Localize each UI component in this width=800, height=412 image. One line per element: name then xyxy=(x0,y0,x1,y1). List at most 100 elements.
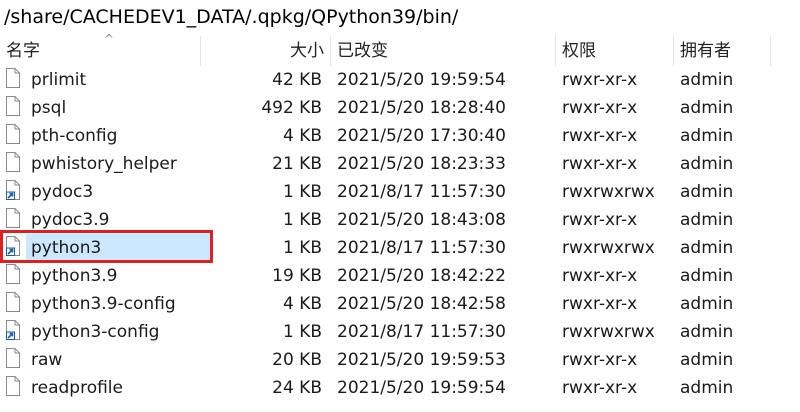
file-modified: 2021/5/20 17:30:40 xyxy=(337,126,506,146)
column-header-size-label: 大小 xyxy=(290,41,324,61)
file-name: prlimit xyxy=(31,70,87,90)
file-modified: 2021/5/20 19:59:54 xyxy=(337,378,506,398)
file-permissions: rwxrwxrwx xyxy=(562,182,655,202)
file-permissions: rwxr-xr-x xyxy=(562,294,638,314)
file-owner: admin xyxy=(680,294,734,314)
file-modified: 2021/8/17 11:57:30 xyxy=(337,322,506,342)
file-icon xyxy=(6,376,20,396)
file-size: 4 KB xyxy=(282,294,322,314)
file-size: 1 KB xyxy=(282,238,322,258)
file-modified: 2021/5/20 18:42:58 xyxy=(337,294,506,314)
column-header-modified[interactable]: 已改变 xyxy=(337,36,547,66)
file-size: 492 KB xyxy=(261,98,322,118)
file-size: 1 KB xyxy=(282,182,322,202)
column-header-size[interactable]: 大小 xyxy=(204,36,324,66)
column-divider[interactable] xyxy=(330,36,331,66)
file-modified: 2021/5/20 18:43:08 xyxy=(337,210,506,230)
sort-ascending-icon: ^ xyxy=(104,32,115,46)
file-size: 1 KB xyxy=(282,210,322,230)
file-owner: admin xyxy=(680,182,734,202)
file-name: pwhistory_helper xyxy=(31,154,177,174)
file-size: 21 KB xyxy=(272,154,322,174)
file-name: python3.9 xyxy=(31,266,118,286)
file-icon xyxy=(6,68,20,88)
file-permissions: rwxr-xr-x xyxy=(562,350,638,370)
file-permissions: rwxr-xr-x xyxy=(562,70,638,90)
file-name: python3 xyxy=(31,238,102,258)
file-row[interactable]: python3 1 KB 2021/8/17 11:57:30 rwxrwxrwx ad… xyxy=(0,234,800,262)
file-owner: admin xyxy=(680,266,734,286)
file-row[interactable]: python3.9-config 4 KB 2021/5/20 18:42:58 rw… xyxy=(0,290,800,318)
column-divider[interactable] xyxy=(770,36,771,66)
file-row[interactable]: python3.9 19 KB 2021/5/20 18:42:22 rwxr-xr-… xyxy=(0,262,800,290)
file-owner: admin xyxy=(680,70,734,90)
column-header-name[interactable]: 名字 xyxy=(6,36,196,66)
file-size: 1 KB xyxy=(282,322,322,342)
file-size: 24 KB xyxy=(272,378,322,398)
column-header-modified-label: 已改变 xyxy=(337,41,388,61)
column-header: 名字 ^ 大小 已改变 权限 拥有者 xyxy=(0,32,800,66)
shortcut-icon xyxy=(6,180,20,200)
file-size: 19 KB xyxy=(272,266,322,286)
file-size: 20 KB xyxy=(272,350,322,370)
file-permissions: rwxr-xr-x xyxy=(562,266,638,286)
file-icon xyxy=(6,96,20,116)
file-row[interactable]: readprofile 24 KB 2021/5/20 19:59:54 rwxr-x… xyxy=(0,374,800,402)
path-input[interactable] xyxy=(0,2,800,32)
file-modified: 2021/8/17 11:57:30 xyxy=(337,182,506,202)
file-name: pth-config xyxy=(31,126,118,146)
column-divider[interactable] xyxy=(200,36,201,66)
file-row[interactable]: prlimit 42 KB 2021/5/20 19:59:54 rwxr-xr-x a… xyxy=(0,66,800,94)
shortcut-icon xyxy=(6,236,20,256)
file-icon xyxy=(6,292,20,312)
file-owner: admin xyxy=(680,126,734,146)
path-bar xyxy=(0,0,800,36)
file-permissions: rwxr-xr-x xyxy=(562,126,638,146)
file-owner: admin xyxy=(680,98,734,118)
file-row[interactable]: pth-config 4 KB 2021/5/20 17:30:40 rwxr-xr-… xyxy=(0,122,800,150)
file-modified: 2021/5/20 18:23:33 xyxy=(337,154,506,174)
column-header-permissions[interactable]: 权限 xyxy=(562,36,662,66)
file-owner: admin xyxy=(680,378,734,398)
file-owner: admin xyxy=(680,154,734,174)
file-owner: admin xyxy=(680,322,734,342)
file-owner: admin xyxy=(680,350,734,370)
shortcut-icon xyxy=(6,320,20,340)
column-header-owner-label: 拥有者 xyxy=(680,41,731,61)
file-permissions: rwxr-xr-x xyxy=(562,210,638,230)
file-row[interactable]: raw 20 KB 2021/5/20 19:59:53 rwxr-xr-x admin xyxy=(0,346,800,374)
column-divider[interactable] xyxy=(555,36,556,66)
column-header-owner[interactable]: 拥有者 xyxy=(680,36,770,66)
file-name: python3.9-config xyxy=(31,294,176,314)
file-size: 42 KB xyxy=(272,70,322,90)
file-owner: admin xyxy=(680,210,734,230)
file-modified: 2021/5/20 19:59:53 xyxy=(337,350,506,370)
file-name: pydoc3 xyxy=(31,182,94,202)
file-modified: 2021/5/20 18:42:22 xyxy=(337,266,506,286)
file-name: psql xyxy=(31,98,67,118)
file-size: 4 KB xyxy=(282,126,322,146)
file-permissions: rwxr-xr-x xyxy=(562,378,638,398)
file-permissions: rwxr-xr-x xyxy=(562,98,638,118)
column-header-name-label: 名字 xyxy=(6,41,40,61)
file-permissions: rwxr-xr-x xyxy=(562,154,638,174)
file-modified: 2021/5/20 19:59:54 xyxy=(337,70,506,90)
file-row[interactable]: pwhistory_helper 21 KB 2021/5/20 18:23:33 r… xyxy=(0,150,800,178)
file-modified: 2021/5/20 18:28:40 xyxy=(337,98,506,118)
file-icon xyxy=(6,124,20,144)
file-modified: 2021/8/17 11:57:30 xyxy=(337,238,506,258)
file-name: readprofile xyxy=(31,378,123,398)
file-icon xyxy=(6,152,20,172)
file-owner: admin xyxy=(680,238,734,258)
file-row[interactable]: python3-config 1 KB 2021/8/17 11:57:30 rwxr… xyxy=(0,318,800,346)
file-name: pydoc3.9 xyxy=(31,210,110,230)
column-divider[interactable] xyxy=(673,36,674,66)
file-row[interactable]: psql 492 KB 2021/5/20 18:28:40 rwxr-xr-x adm… xyxy=(0,94,800,122)
file-permissions: rwxrwxrwx xyxy=(562,238,655,258)
file-icon xyxy=(6,208,20,228)
file-name: python3-config xyxy=(31,322,160,342)
file-icon xyxy=(6,264,20,284)
column-header-permissions-label: 权限 xyxy=(562,41,596,61)
file-row[interactable]: pydoc3 1 KB 2021/8/17 11:57:30 rwxrwxrwx adm… xyxy=(0,178,800,206)
file-row[interactable]: pydoc3.9 1 KB 2021/5/20 18:43:08 rwxr-xr-x a… xyxy=(0,206,800,234)
